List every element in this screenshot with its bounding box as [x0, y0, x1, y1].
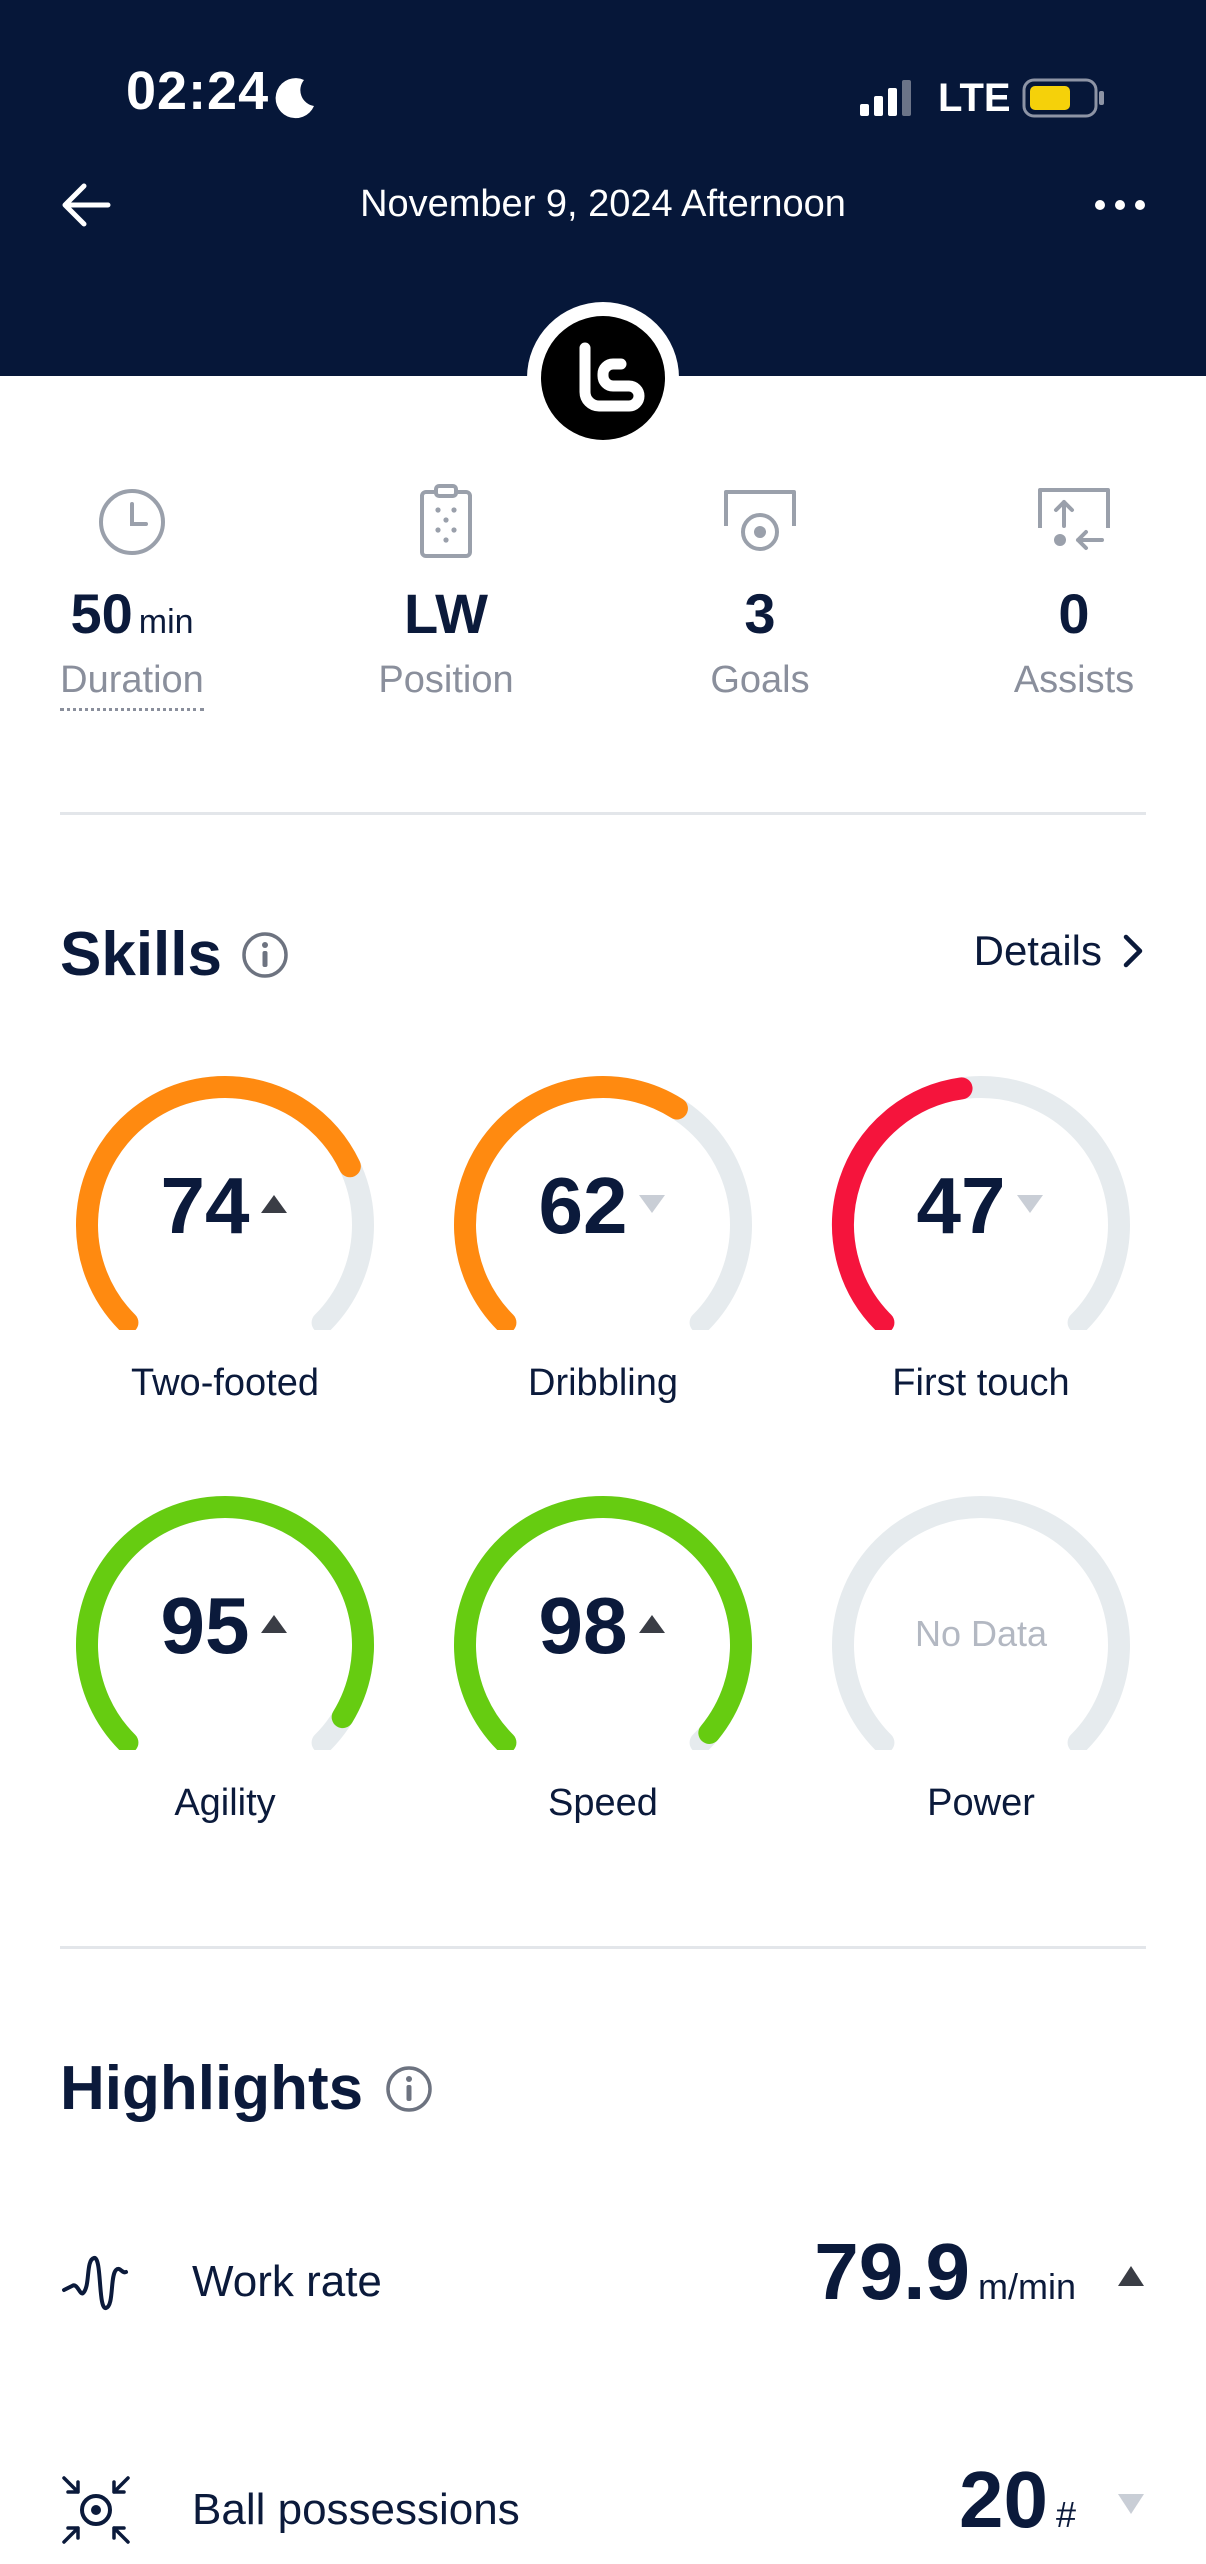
stat-label: Goals [710, 659, 810, 701]
details-link[interactable]: Details [974, 930, 1146, 972]
more-options-icon[interactable] [1092, 190, 1148, 220]
goal-icon [724, 490, 796, 551]
skill-score-value: 47 [916, 1161, 1006, 1250]
logo-mark-icon [579, 342, 645, 412]
skill-gauge-two-footed[interactable]: 74 Two-footed [70, 1070, 380, 1402]
trend-down-icon [639, 1194, 666, 1213]
work-rate-icon [62, 2255, 128, 2311]
clock-icon [99, 489, 165, 555]
stat-value: 0 [1058, 582, 1090, 645]
assist-icon [1038, 488, 1110, 550]
status-time: 02:24 [126, 61, 270, 121]
skill-score-value: 95 [160, 1581, 250, 1670]
skill-no-data: No Data [914, 1613, 1048, 1654]
stat-value: 50 min [70, 582, 194, 645]
divider [60, 1946, 1146, 1949]
skill-score: 98 [448, 1586, 758, 1666]
stat-assists: 0 Assists [944, 480, 1204, 702]
chevron-right-icon [1123, 934, 1143, 968]
stat-label: Assists [1013, 659, 1135, 701]
ball-possession-icon [62, 2476, 130, 2544]
trend-up-icon [261, 1194, 288, 1213]
stat-value: 3 [744, 582, 776, 645]
moon-icon [275, 78, 314, 119]
highlight-work-rate[interactable]: Work rate 79.9 m/min [60, 2226, 1146, 2336]
trend-up-icon [1118, 2266, 1144, 2286]
stat-label: Duration [60, 659, 204, 711]
divider [60, 812, 1146, 815]
skill-label: Power [927, 1782, 1035, 1824]
trend-up-icon [261, 1614, 288, 1633]
skill-label: Dribbling [528, 1362, 678, 1404]
skill-score: 62 [448, 1166, 758, 1246]
skill-gauge-first-touch[interactable]: 47 First touch [826, 1070, 1136, 1402]
stat-label: Position [378, 659, 514, 701]
skill-score: 95 [70, 1586, 380, 1666]
skill-gauge-agility[interactable]: 95 Agility [70, 1490, 380, 1822]
skills-info-icon[interactable] [240, 930, 290, 980]
skill-label: Agility [174, 1782, 276, 1824]
highlight-value: 79.9 m/min [814, 2227, 1076, 2316]
highlight-value: 20 # [958, 2455, 1076, 2544]
highlight-label: Ball possessions [192, 2485, 520, 2534]
highlight-label: Work rate [192, 2257, 382, 2306]
highlights-info-icon[interactable] [384, 2064, 434, 2114]
skill-score: 47 [826, 1166, 1136, 1246]
highlight-ball-possessions[interactable]: Ball possessions 20 # [60, 2454, 1146, 2564]
skill-label: Two-footed [131, 1362, 319, 1404]
skills-title: Skills [60, 920, 222, 989]
session-stats: 50 min Duration LW Position 3 Goals 0 As… [0, 480, 1206, 740]
clipboard-icon [420, 484, 472, 558]
signal-icon [860, 80, 911, 116]
stat-position: LW Position [316, 480, 576, 702]
skill-gauge-speed[interactable]: 98 Speed [448, 1490, 758, 1822]
app-logo [541, 316, 665, 440]
page-title: November 9, 2024 Afternoon [360, 183, 846, 225]
trend-down-icon [1118, 2494, 1144, 2514]
skill-score: 74 [70, 1166, 380, 1246]
highlights-title: Highlights [60, 2054, 364, 2123]
skill-label: First touch [892, 1362, 1070, 1404]
skill-score-value: 98 [538, 1581, 628, 1670]
stat-value: LW [404, 582, 488, 645]
trend-up-icon [639, 1614, 666, 1633]
battery-icon [1022, 78, 1104, 118]
skill-gauge-power[interactable]: No Data Power [826, 1490, 1136, 1822]
trend-down-icon [1017, 1194, 1044, 1213]
network-label: LTE [938, 76, 1011, 120]
stat-goals: 3 Goals [630, 480, 890, 702]
details-label: Details [973, 927, 1102, 974]
skill-score-value: 74 [160, 1161, 250, 1250]
skill-gauge-dribbling[interactable]: 62 Dribbling [448, 1070, 758, 1402]
skill-score-value: 62 [538, 1161, 628, 1250]
skill-label: Speed [548, 1782, 658, 1824]
stat-duration[interactable]: 50 min Duration [2, 480, 262, 711]
